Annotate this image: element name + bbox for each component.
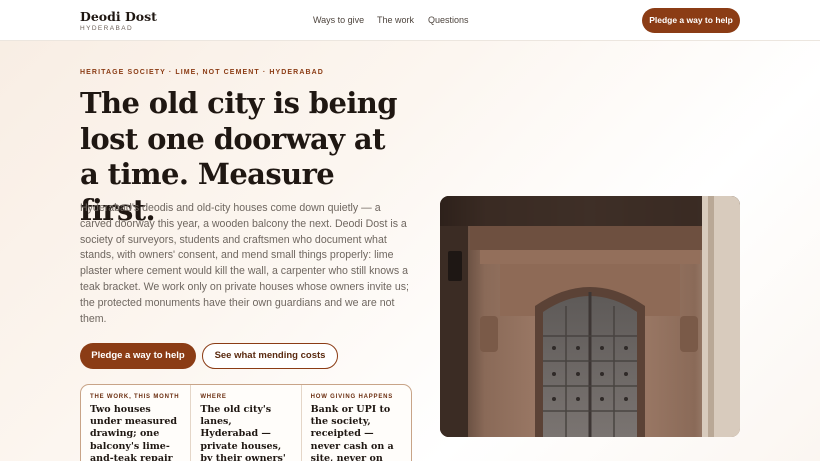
hero-body: Hyderabad's deodis and old-city houses c…	[80, 202, 409, 325]
doorway-photo	[440, 196, 740, 437]
card-label: WHERE	[200, 394, 227, 400]
brand-name[interactable]: Deodi Dost	[80, 9, 157, 24]
card-label: HOW GIVING HAPPENS	[310, 394, 394, 400]
doorway-illustration	[440, 196, 740, 437]
nav-the-work[interactable]: The work	[377, 15, 414, 25]
card-how-giving-happens: HOW GIVING HAPPENS Bank or UPI to the so…	[302, 385, 411, 461]
brand-city: HYDERABAD	[80, 25, 134, 32]
pledge-button[interactable]: Pledge a way to help	[80, 343, 196, 369]
card-the-work: THE WORK, THIS MONTH Two houses under me…	[81, 385, 192, 461]
hero-eyebrow: HERITAGE SOCIETY · LIME, NOT CEMENT · HY…	[80, 69, 324, 76]
site-header: Deodi Dost HYDERABAD Ways to give The wo…	[0, 0, 820, 41]
info-cards: THE WORK, THIS MONTH Two houses under me…	[80, 384, 412, 461]
mending-costs-button[interactable]: See what mending costs	[202, 343, 338, 369]
card-text: The old city's lanes, Hyderabad — privat…	[200, 404, 286, 461]
nav-ways-to-give[interactable]: Ways to give	[313, 15, 364, 25]
card-where: WHERE The old city's lanes, Hyderabad — …	[191, 385, 302, 461]
card-label: THE WORK, THIS MONTH	[90, 394, 180, 400]
card-text: Two houses under measured drawing; one b…	[90, 404, 178, 461]
nav-questions[interactable]: Questions	[428, 15, 469, 25]
header-pledge-button[interactable]: Pledge a way to help	[642, 8, 740, 33]
card-text: Bank or UPI to the society, receipted — …	[310, 404, 394, 461]
